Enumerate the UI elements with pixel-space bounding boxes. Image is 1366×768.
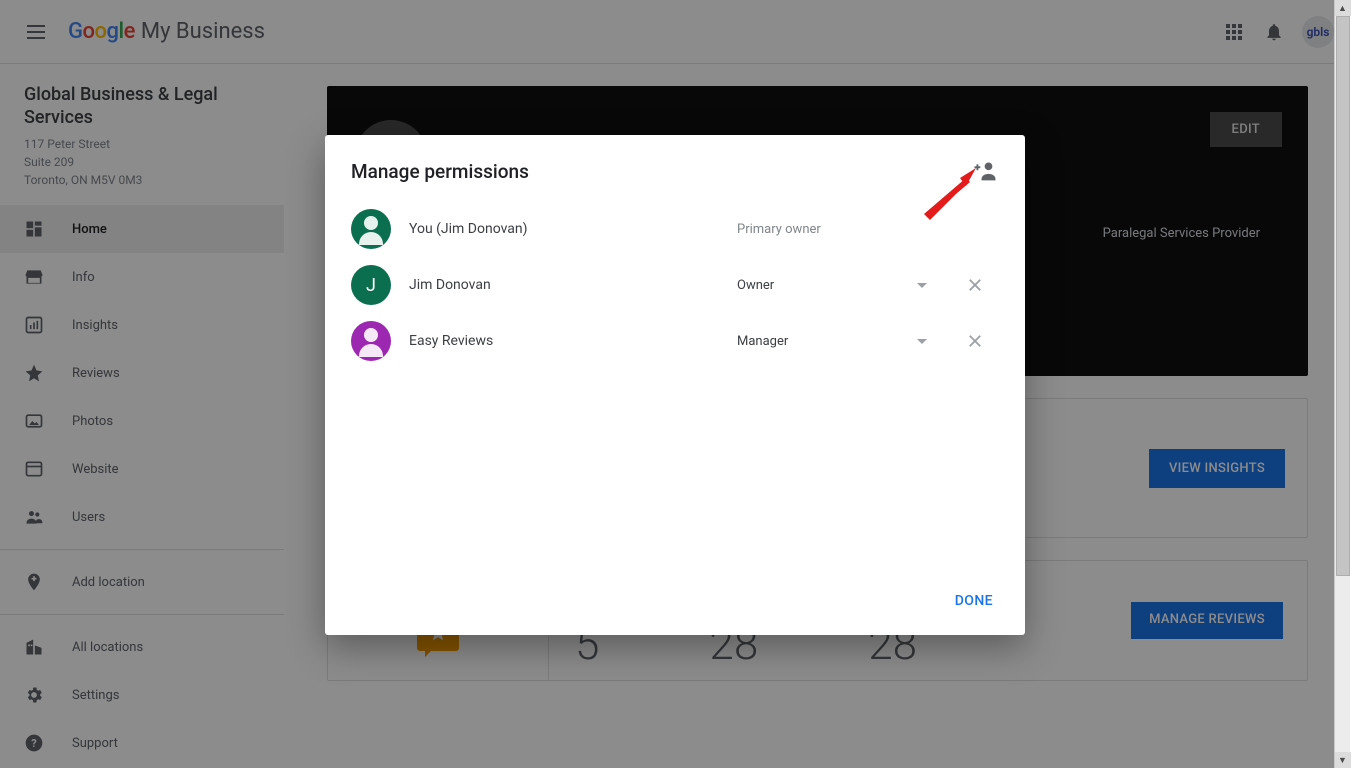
user-avatar: J xyxy=(351,265,391,305)
os-scrollbar[interactable]: ▲ ▼ xyxy=(1334,0,1350,768)
remove-user-button[interactable] xyxy=(961,327,989,355)
scroll-thumb[interactable] xyxy=(1336,16,1350,576)
permission-row: You (Jim Donovan) Primary owner xyxy=(351,201,999,257)
remove-user-button[interactable] xyxy=(961,271,989,299)
modal-scrim[interactable]: Manage permissions You (Jim Donovan) Prim… xyxy=(0,0,1350,768)
done-button[interactable]: DONE xyxy=(945,585,1003,617)
manage-permissions-dialog: Manage permissions You (Jim Donovan) Prim… xyxy=(325,135,1025,635)
user-name: You (Jim Donovan) xyxy=(409,221,719,237)
scroll-up-button[interactable]: ▲ xyxy=(1335,0,1351,16)
dialog-title: Manage permissions xyxy=(351,160,971,183)
role-label: Primary owner xyxy=(737,222,937,237)
user-avatar xyxy=(351,321,391,361)
user-name: Easy Reviews xyxy=(409,333,719,349)
add-user-button[interactable] xyxy=(971,157,999,185)
user-name: Jim Donovan xyxy=(409,277,719,293)
scroll-track[interactable] xyxy=(1335,16,1351,752)
close-icon xyxy=(966,276,984,294)
role-dropdown[interactable]: Owner xyxy=(737,278,917,293)
close-icon xyxy=(966,332,984,350)
person-add-icon xyxy=(971,157,999,185)
scroll-down-button[interactable]: ▼ xyxy=(1335,752,1351,768)
permission-row: J Jim Donovan Owner xyxy=(351,257,999,313)
user-avatar xyxy=(351,209,391,249)
permissions-list: You (Jim Donovan) Primary owner J Jim Donov… xyxy=(325,193,1025,377)
chevron-down-icon[interactable] xyxy=(917,339,927,344)
role-dropdown[interactable]: Manager xyxy=(737,334,917,349)
chevron-down-icon[interactable] xyxy=(917,283,927,288)
permission-row: Easy Reviews Manager xyxy=(351,313,999,369)
